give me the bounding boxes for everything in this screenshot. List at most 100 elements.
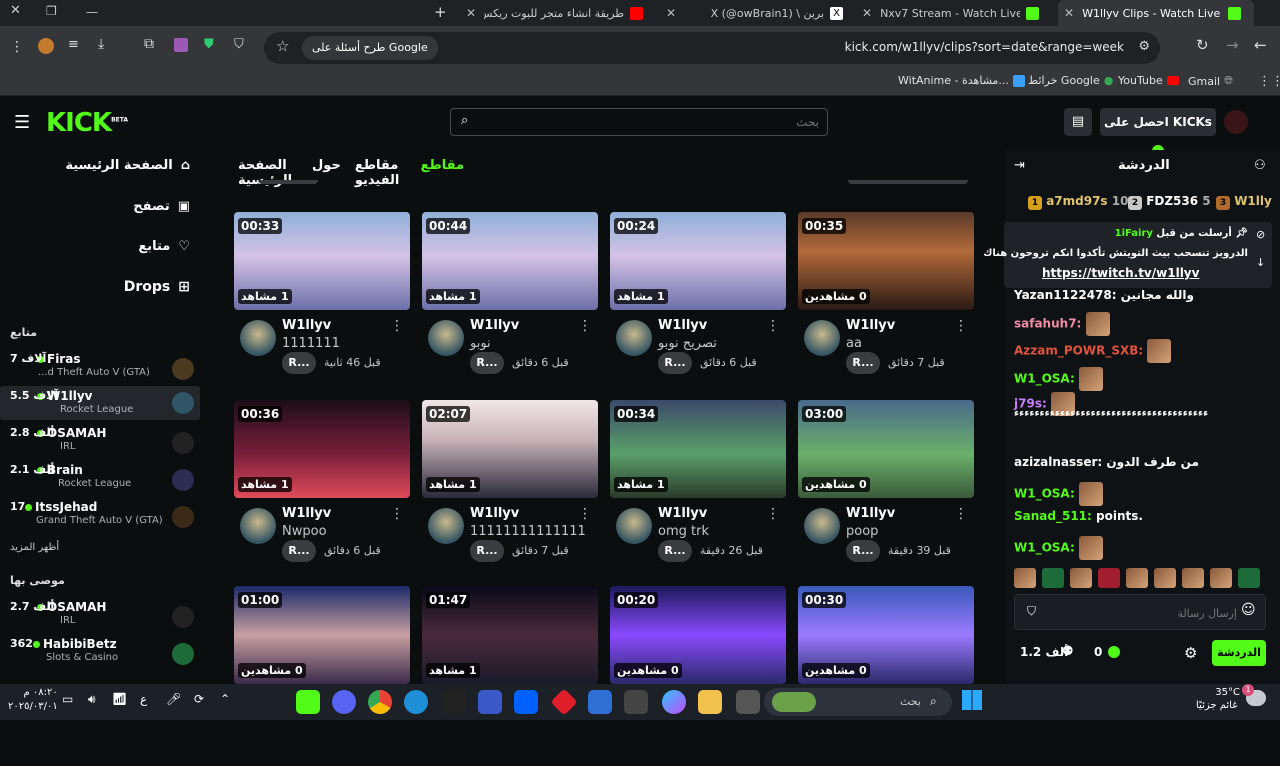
clip-thumbnail[interactable]: 01:47 1 مشاهد	[422, 586, 598, 684]
clip-thumbnail[interactable]: 00:36 1 مشاهد	[234, 400, 410, 498]
bookmark-star-icon[interactable]: ☆	[276, 37, 289, 55]
more-options-icon[interactable]: ⋮	[578, 318, 592, 334]
sidebar-item-following[interactable]: متابع ♡	[138, 239, 190, 254]
emote-icon[interactable]	[1098, 568, 1120, 588]
channel-avatar[interactable]	[804, 320, 840, 356]
clip-card[interactable]: 00:36 1 مشاهد W1llyv Nwpoo R... قبل 6 دقائق ⋮	[234, 400, 410, 580]
clip-channel-name[interactable]: W1llyv	[470, 318, 519, 333]
clip-thumbnail[interactable]: 00:35 0 مشاهدين	[798, 212, 974, 310]
clip-card[interactable]: 00:33 1 مشاهد W1llyv 1111111 R... قبل 46 ثاني…	[234, 212, 410, 392]
clip-title[interactable]: omg trk	[658, 524, 709, 539]
kick-logo[interactable]: KICKBETA	[46, 108, 128, 138]
clip-thumbnail[interactable]: 00:20 0 مشاهدين	[610, 586, 786, 684]
chat-username[interactable]: W1_OSA:	[1014, 487, 1075, 501]
more-options-icon[interactable]: ⋮	[578, 506, 592, 522]
clip-category-badge[interactable]: R...	[282, 352, 316, 374]
bookmark-youtube[interactable]: YouTube	[1118, 74, 1179, 87]
clip-category-badge[interactable]: R...	[846, 352, 880, 374]
clip-thumbnail[interactable]: 01:00 0 مشاهدين	[234, 586, 410, 684]
tab-w1llyv-clips[interactable]: ✕ W1llyv Clips - Watch Live on	[1058, 0, 1254, 26]
sidebar-item-browse[interactable]: تصفح ▣	[133, 199, 190, 214]
clip-title[interactable]: تصريح نوبو	[658, 336, 717, 351]
clip-category-badge[interactable]: R...	[846, 540, 880, 562]
chrome-icon[interactable]	[368, 690, 392, 714]
clip-title[interactable]: 1111111	[282, 336, 340, 351]
clip-title[interactable]: poop	[846, 524, 878, 539]
clip-thumbnail[interactable]: 00:24 1 مشاهد	[610, 212, 786, 310]
sidebar-channel-firas[interactable]: Firas 7 آلاف ...d Theft Auto V (GTA)	[0, 352, 200, 388]
mail-icon[interactable]	[588, 690, 612, 714]
more-options-icon[interactable]: ⋮	[390, 506, 404, 522]
playlist-icon[interactable]: ≡	[68, 37, 79, 52]
mic-icon[interactable]: 🎤︎	[166, 692, 181, 706]
chat-username[interactable]: W1_OSA:	[1014, 372, 1075, 386]
start-windows-icon[interactable]	[962, 690, 982, 710]
chevron-up-icon[interactable]: ⌃	[220, 692, 230, 706]
new-tab-icon[interactable]: +	[434, 3, 447, 21]
more-options-icon[interactable]: ⋮	[954, 506, 968, 522]
battery-icon[interactable]: ▭	[62, 692, 73, 706]
discord-icon[interactable]	[332, 690, 356, 714]
clip-card[interactable]: 00:44 1 مشاهد W1llyv نوبو R... قبل 6 دقائق ⋮	[422, 212, 598, 392]
clip-channel-name[interactable]: W1llyv	[470, 506, 519, 521]
clip-title[interactable]: نوبو	[470, 336, 491, 351]
clip-channel-name[interactable]: W1llyv	[282, 318, 331, 333]
sidebar-item-home[interactable]: الصفحة الرئيسية ⌂	[65, 158, 190, 173]
sidebar-recommended-habibibetz[interactable]: HabibiBetz 362 Slots & Casino	[0, 637, 200, 673]
extension-icon[interactable]	[38, 38, 54, 54]
clip-thumbnail[interactable]: 00:34 1 مشاهد	[610, 400, 786, 498]
translator-icon[interactable]	[478, 690, 502, 714]
volume-icon[interactable]: 🔊︎	[88, 692, 96, 707]
emote-icon[interactable]	[1126, 568, 1148, 588]
copilot-icon[interactable]	[662, 690, 686, 714]
clip-channel-name[interactable]: W1llyv	[282, 506, 331, 521]
sidebar-channel-w1llyv[interactable]: W1llyv 5.5 آلاف Rocket League	[0, 386, 200, 420]
get-kicks-button[interactable]: احصل على KICKs	[1100, 108, 1216, 157]
user-avatar[interactable]	[1224, 110, 1248, 134]
pinned-link[interactable]: https://twitch.tv/w1llyv	[1042, 266, 1199, 280]
clip-channel-name[interactable]: W1llyv	[846, 318, 895, 333]
taskbar-app-icon[interactable]	[296, 690, 320, 714]
search-box[interactable]: ⌕	[450, 108, 828, 136]
chat-username[interactable]: azizalnasser:	[1014, 455, 1102, 469]
expand-icon[interactable]: ↓	[1256, 256, 1265, 269]
wifi-icon[interactable]: 📶︎	[112, 692, 127, 706]
emoji-icon[interactable]: ☺	[1241, 602, 1256, 618]
clip-thumbnail[interactable]: 00:33 1 مشاهد	[234, 212, 410, 310]
sidebar-channel-itssjehad[interactable]: ItssJehad 17 Grand Theft Auto V (GTA)	[0, 500, 200, 536]
sync-icon[interactable]: ⟳	[194, 692, 204, 706]
apps-grid-icon[interactable]: ⋮⋮	[1258, 74, 1280, 89]
clip-card[interactable]: 00:24 1 مشاهد W1llyv تصريح نوبو R... قبل 6 دق…	[610, 212, 786, 392]
chat-send-button[interactable]: الدردشة	[1212, 640, 1266, 666]
download-icon[interactable]: ⤓	[98, 36, 104, 52]
channel-avatar[interactable]	[428, 320, 464, 356]
emote-icon[interactable]	[1210, 568, 1232, 588]
shield-green-icon[interactable]: ⛊	[204, 37, 214, 52]
clip-thumbnail[interactable]: 02:07 1 مشاهد	[422, 400, 598, 498]
reload-icon[interactable]: ↻	[1196, 36, 1209, 54]
clip-category-badge[interactable]: R...	[470, 540, 504, 562]
forward-icon[interactable]: →	[1226, 36, 1239, 54]
close-tab-icon[interactable]: ✕	[466, 6, 476, 20]
channel-avatar[interactable]	[428, 508, 464, 544]
tab-x-brain[interactable]: ✕ برين \ X (@owBrain1) X	[660, 0, 850, 26]
chat-input[interactable]	[1047, 603, 1237, 623]
emote-icon[interactable]	[1070, 568, 1092, 588]
clip-card[interactable]: 00:30 0 مشاهدين	[798, 586, 974, 766]
settings-gear-icon[interactable]: ⚙	[1184, 644, 1197, 662]
google-lens-chip[interactable]: طرح أسئلة على Google	[302, 36, 438, 60]
extension2-icon[interactable]	[174, 38, 188, 52]
edge-icon[interactable]	[404, 690, 428, 714]
clip-card[interactable]: 00:34 1 مشاهد W1llyv omg trk R... قبل 26 دقيق…	[610, 400, 786, 580]
site-settings-icon[interactable]: ⚙	[1138, 39, 1150, 54]
clip-channel-name[interactable]: W1llyv	[846, 506, 895, 521]
sidebar-recommended-osamah[interactable]: OSAMAH 2.7 ألف IRL	[0, 600, 200, 636]
wallet-button[interactable]: ▤	[1064, 108, 1092, 136]
more-options-icon[interactable]: ⋮	[766, 318, 780, 334]
language-indicator[interactable]: ع	[140, 692, 147, 706]
menu-dots-icon[interactable]: ⋮	[10, 39, 24, 55]
sidebar-channel-osamah[interactable]: OSAMAH 2.8 ألف IRL	[0, 426, 200, 462]
channel-avatar[interactable]	[616, 320, 652, 356]
clip-title[interactable]: aa	[846, 336, 862, 351]
clip-category-badge[interactable]: R...	[282, 540, 316, 562]
